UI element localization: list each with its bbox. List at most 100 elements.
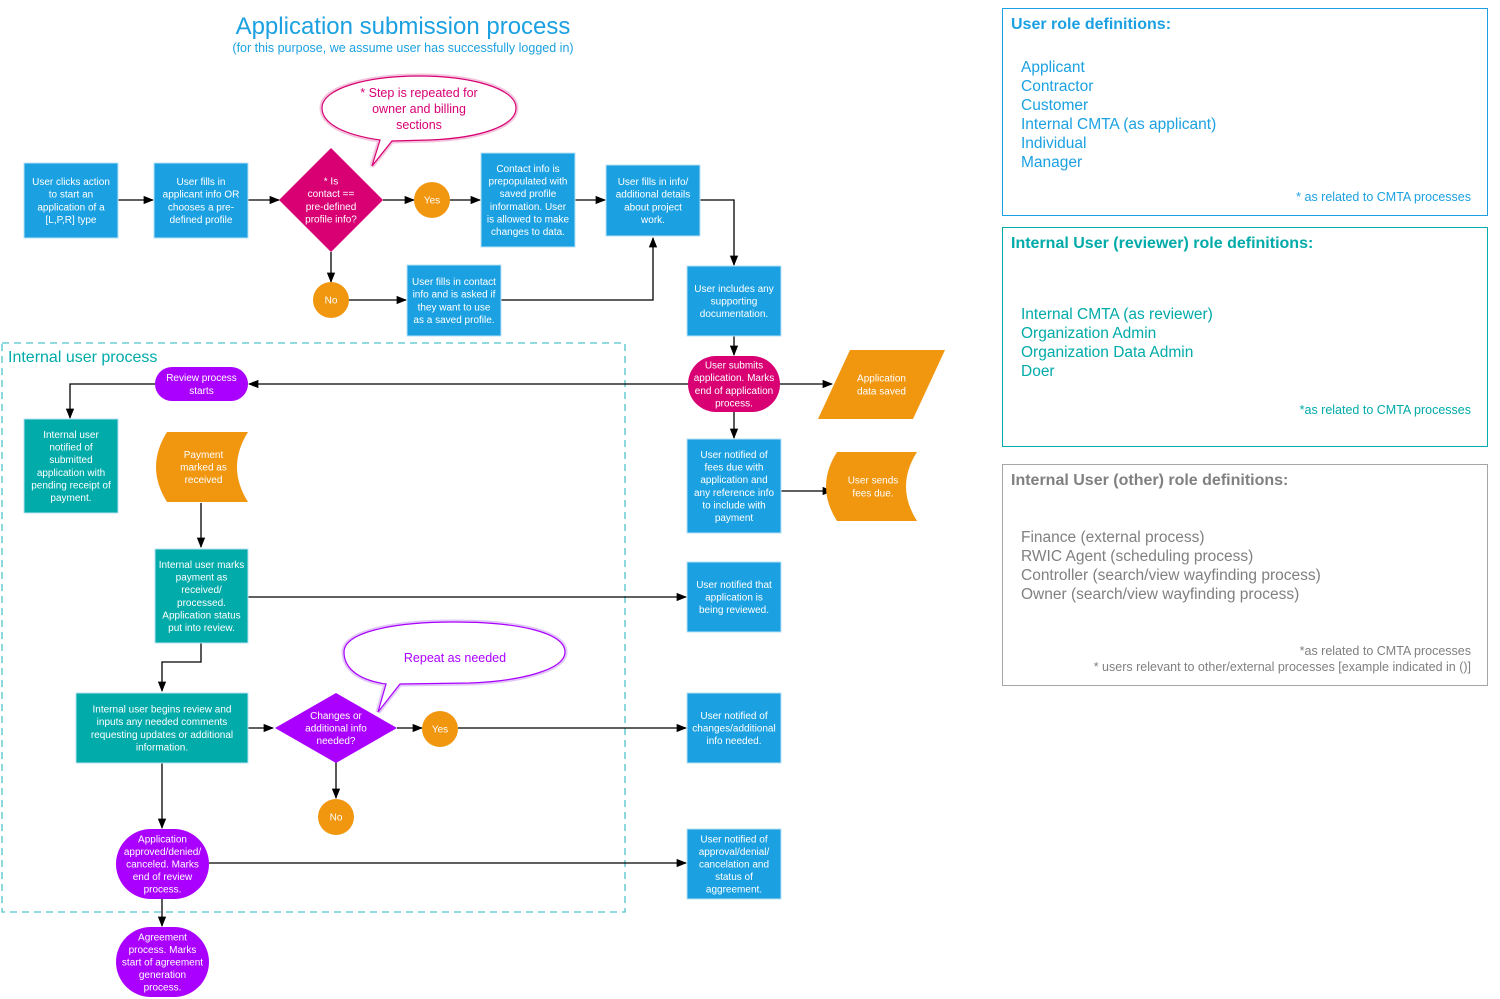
role-item: Customer (1021, 97, 1089, 114)
footnote-line: *as related to CMTA processes (1299, 644, 1471, 658)
node-text-line: inputs any needed comments (97, 717, 228, 728)
node-text-line: process. (144, 885, 182, 896)
reviewer-role-definitions-panel: Internal User (reviewer) role definition… (1002, 227, 1488, 447)
node-text-line: aggreement. (706, 885, 762, 896)
node-text-line: contact == (308, 189, 355, 200)
node-text-line: start of agreement (122, 958, 203, 969)
node-text-line: to include with (702, 500, 765, 511)
node-text-line: Internal user (43, 430, 99, 441)
node-text-line: application of a (37, 202, 105, 213)
panel-heading: Internal User (reviewer) role definition… (1011, 235, 1314, 252)
internal-region-label: Internal user process (8, 349, 157, 366)
footnote-line: * as related to CMTA processes (1296, 190, 1471, 204)
node-text-line: changes to data. (491, 227, 565, 238)
role-item: Controller (search/view wayfinding proce… (1021, 567, 1321, 584)
node-text-line: prepopulated with (489, 177, 568, 188)
node-text-line: User fills in (177, 177, 226, 188)
node-text-line: additional details (616, 190, 691, 201)
node-start: User clicks action to start anapplication… (23, 162, 119, 239)
node-data-saved: Applicationdata saved (818, 350, 945, 419)
node-text-line: submitted (49, 455, 92, 466)
node-text-line: defined profile (170, 215, 233, 226)
node-text-line: as a saved profile. (413, 315, 494, 326)
role-item: Individual (1021, 135, 1087, 152)
node-text-line: they want to use (418, 302, 491, 313)
panel-footnote: * as related to CMTA processes (1296, 189, 1471, 205)
node-text-line: No (325, 296, 338, 307)
node-text-line: process. (144, 983, 182, 994)
callout-line: sections (396, 118, 442, 132)
node-text-line: * Is (324, 177, 338, 188)
node-no2: No (318, 799, 354, 835)
diagram-subtitle: (for this purpose, we assume user has su… (232, 41, 573, 55)
node-text-line: information. (136, 742, 188, 753)
role-item: RWIC Agent (scheduling process) (1021, 548, 1254, 565)
node-sends-fees: User sendsfees due. (826, 452, 917, 521)
node-fill-contact: User fills in contact info and is asked i… (406, 264, 502, 337)
node-text-line: process. (715, 398, 753, 409)
panel-heading: Internal User (other) role definitions: (1011, 472, 1289, 489)
role-item: Organization Data Admin (1021, 344, 1194, 361)
node-text-line: Application (857, 374, 906, 385)
node-text-line: any reference info (694, 488, 774, 499)
connector (65, 383, 156, 420)
node-no1: No (313, 282, 349, 318)
node-text-line: Payment (184, 450, 224, 461)
node-approval-notified: User notified of approval/denial/cancelat… (686, 828, 782, 900)
node-text-line: application and (700, 475, 767, 486)
node-internal-notified: Internal user notified ofsubmitted applica… (23, 418, 119, 514)
node-being-reviewed: User notified that application isbeing re… (686, 561, 782, 633)
node-text-line: User notified of (700, 450, 767, 461)
node-yes2: Yes (422, 711, 458, 747)
role-item: Applicant (1021, 59, 1085, 76)
node-prepopulated: Contact info is prepopulated withsaved pr… (480, 152, 576, 248)
diagram-title: Application submission process (236, 13, 571, 40)
node-text-line: is allowed to make (487, 214, 570, 225)
node-text-line: end of review (133, 872, 193, 883)
callout-line: owner and billing (372, 102, 466, 116)
node-text-line: canceled. Marks (126, 860, 199, 871)
role-item: Owner (search/view wayfinding process) (1021, 586, 1300, 603)
node-text-line: info and is asked if (413, 290, 496, 301)
node-text-line: saved profile (500, 189, 557, 200)
node-marks-payment: Internal user marks payment asreceived/pr… (154, 548, 249, 644)
node-text-line: [L,P,R] type (46, 215, 97, 226)
node-text-line: supporting (711, 297, 758, 308)
node-text-line: work. (640, 215, 665, 226)
node-text-line: Review process (166, 373, 237, 384)
node-review-starts: Review process starts (155, 367, 248, 401)
node-text-line: No (330, 813, 343, 824)
footnote-line: *as related to CMTA processes (1299, 403, 1471, 417)
node-text-line: about project (624, 202, 682, 213)
node-text-line: marked as (180, 463, 227, 474)
node-text-line: received (185, 475, 223, 486)
node-text-line: User clicks action (32, 177, 110, 188)
node-agreement: Agreement process. Marks start of agreemen… (116, 927, 209, 997)
role-list: Finance (external process) RWIC Agent (s… (1003, 528, 1487, 604)
node-text-line: additional info (305, 724, 367, 735)
node-text-line: needed? (317, 736, 356, 747)
node-text-line: starts (189, 386, 213, 397)
node-text-line: payment (715, 513, 754, 524)
node-text-line: User includes any (694, 284, 773, 295)
node-fill-applicant: User fills in applicant info ORchooses a … (153, 162, 249, 239)
node-fill-details: User fills in info/additional detailsabo… (605, 164, 701, 237)
node-text-line: Internal user begins review and (93, 705, 232, 716)
role-item: Internal CMTA (as applicant) (1021, 116, 1217, 133)
user-role-definitions-panel: User role definitions: Applicant Contrac… (1002, 8, 1488, 216)
node-text-line: payment as (176, 573, 228, 584)
node-approved: Application approved/denied/canceled. Mar… (116, 829, 209, 899)
node-text-line: profile info? (305, 214, 357, 225)
role-list: Applicant Contractor Customer Internal C… (1003, 58, 1487, 172)
connector (157, 643, 202, 693)
node-text-line: fees due with (705, 463, 764, 474)
node-text-line: status of (715, 872, 753, 883)
role-item: Finance (external process) (1021, 529, 1205, 546)
node-text-line: User notified of (700, 834, 767, 845)
panel-heading: User role definitions: (1011, 16, 1172, 33)
node-text-line: User fills in contact (412, 277, 496, 288)
node-text-line: process. Marks (129, 945, 197, 956)
node-payment-received: Payment marked asreceived (156, 432, 248, 502)
node-text-line: Yes (432, 725, 448, 736)
node-text-line: Application status (162, 610, 240, 621)
